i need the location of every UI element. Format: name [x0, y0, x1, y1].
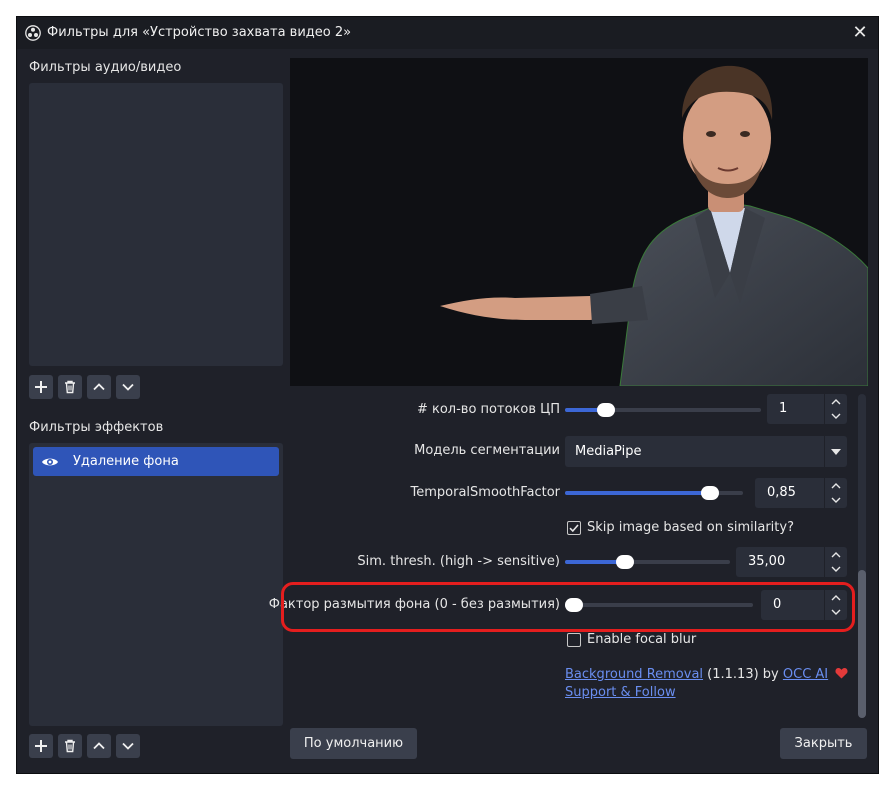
select-dropdown — [824, 436, 847, 467]
focal-blur-label: Enable focal blur — [587, 632, 697, 647]
sim-thresh-label: Sim. thresh. (high -> sensitive) — [357, 554, 560, 569]
video-preview — [290, 58, 868, 386]
plugin-credits: Background Removal (1.1.13) by OCC AI — [565, 667, 848, 682]
spin-up-icon[interactable] — [830, 396, 842, 408]
audio-video-filters-label: Фильтры аудио/видео — [29, 60, 182, 75]
filter-item-background-removal[interactable]: Удаление фона — [33, 447, 279, 476]
threads-value: 1 — [779, 401, 788, 416]
support-link[interactable]: Support & Follow — [565, 685, 676, 700]
heart-icon — [835, 668, 848, 679]
close-icon[interactable]: ✕ — [850, 23, 870, 43]
move-effect-up-button[interactable] — [87, 734, 111, 758]
threads-spinbox[interactable]: 1 — [767, 394, 847, 424]
threads-spin-arrows — [824, 394, 847, 424]
spin-up-icon[interactable] — [830, 480, 842, 492]
eye-icon[interactable] — [41, 455, 59, 469]
remove-filter-button[interactable] — [58, 375, 82, 399]
chevron-up-icon — [93, 383, 105, 391]
effect-filters-list[interactable]: Удаление фона — [29, 443, 283, 726]
plugin-version: (1.1.13) by — [707, 667, 779, 682]
properties-scrollbar[interactable] — [858, 394, 866, 718]
obs-logo-icon — [25, 25, 41, 41]
title-bar: Фильтры для «Устройство захвата видео 2»… — [17, 17, 878, 49]
model-value: MediaPipe — [575, 444, 642, 459]
temporal-slider[interactable] — [565, 486, 743, 500]
remove-effect-button[interactable] — [58, 734, 82, 758]
segmentation-model-select[interactable]: MediaPipe — [565, 436, 847, 467]
presenter-image — [440, 65, 868, 386]
support-credits: Support & Follow — [565, 685, 676, 700]
model-label: Модель сегментации — [414, 443, 560, 458]
move-effect-down-button[interactable] — [116, 734, 140, 758]
threads-label: # кол-во потоков ЦП — [416, 402, 560, 417]
temporal-spin-arrows — [824, 478, 847, 508]
checkmark-icon — [569, 524, 579, 533]
plus-icon — [35, 381, 47, 393]
move-up-button[interactable] — [87, 375, 111, 399]
threads-slider-knob[interactable] — [597, 403, 616, 417]
spin-down-icon[interactable] — [830, 494, 842, 506]
spin-down-icon[interactable] — [830, 410, 842, 422]
spin-down-icon[interactable] — [830, 563, 842, 575]
move-down-button[interactable] — [116, 375, 140, 399]
temporal-spinbox[interactable]: 0,85 — [755, 478, 847, 508]
close-button[interactable]: Закрыть — [780, 728, 867, 759]
chevron-down-icon — [122, 383, 134, 391]
window-title: Фильтры для «Устройство захвата видео 2» — [47, 25, 352, 40]
add-effect-button[interactable] — [29, 734, 53, 758]
chevron-down-icon — [122, 742, 134, 750]
trash-icon — [65, 739, 75, 753]
trash-icon — [65, 380, 75, 394]
audio-video-toolbar — [29, 375, 140, 401]
focal-blur-checkbox[interactable] — [567, 633, 581, 647]
spin-up-icon[interactable] — [830, 549, 842, 561]
plus-icon — [35, 740, 47, 752]
effects-toolbar — [29, 734, 140, 760]
filter-item-label: Удаление фона — [73, 454, 179, 469]
temporal-value: 0,85 — [767, 485, 796, 500]
temporal-label: TemporalSmoothFactor — [410, 485, 560, 500]
sim-thresh-slider[interactable] — [565, 555, 730, 569]
author-link[interactable]: OCC AI — [783, 667, 828, 682]
caret-down-icon — [831, 449, 841, 455]
audio-video-filters-list[interactable] — [29, 83, 283, 366]
temporal-slider-knob[interactable] — [701, 486, 719, 500]
sim-thresh-slider-knob[interactable] — [616, 555, 635, 569]
properties-panel: # кол-во потоков ЦП 1 Модель сегментации… — [269, 387, 868, 722]
sim-spin-arrows — [824, 547, 847, 577]
temporal-slider-fill — [565, 491, 710, 495]
sim-thresh-spinbox[interactable]: 35,00 — [736, 547, 847, 577]
chevron-up-icon — [93, 742, 105, 750]
threads-slider[interactable] — [565, 403, 761, 417]
skip-similarity-label: Skip image based on similarity? — [587, 520, 794, 535]
effect-filters-label: Фильтры эффектов — [29, 420, 164, 435]
defaults-button[interactable]: По умолчанию — [290, 728, 417, 759]
filters-window: Фильтры для «Устройство захвата видео 2»… — [16, 16, 879, 774]
annotation-highlight — [281, 582, 855, 632]
add-filter-button[interactable] — [29, 375, 53, 399]
sim-thresh-value: 35,00 — [748, 554, 786, 569]
scrollbar-thumb[interactable] — [858, 570, 866, 718]
plugin-link[interactable]: Background Removal — [565, 667, 703, 682]
skip-similarity-checkbox[interactable] — [567, 521, 581, 535]
